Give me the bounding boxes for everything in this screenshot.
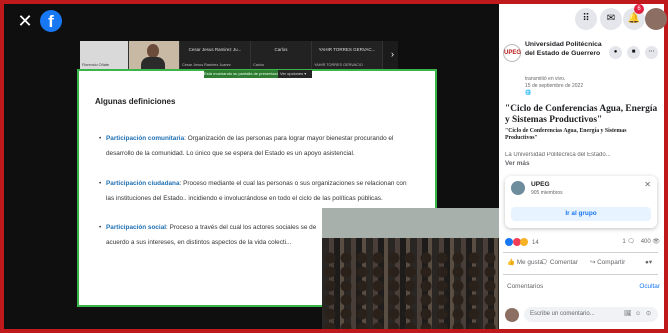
notification-badge: 6: [634, 4, 644, 14]
emoji-icon[interactable]: ☺: [635, 307, 641, 322]
page-logo[interactable]: UPEG: [503, 44, 521, 62]
comment-placeholder: Escribe un comentario...: [530, 311, 595, 317]
slide-bullet: • Participación ciudadana: Proceso media…: [99, 177, 409, 206]
sticker-icon[interactable]: ⊙: [646, 307, 651, 322]
post-date[interactable]: 15 de septiembre de 2022: [525, 83, 583, 89]
share-button[interactable]: ↪ Compartir: [590, 258, 625, 266]
audience-heads: [322, 250, 499, 329]
participant-subname: Cesar Jesus Ramirez Juarez: [182, 63, 231, 67]
participant-subname: Carlos: [253, 63, 264, 67]
top-bar: ⠿ ✉ 🔔 6: [495, 4, 667, 32]
video-viewer[interactable]: ✕ f Florencio Oñate Cesar Jesus Ramirez …: [4, 4, 499, 329]
share-options-button[interactable]: Ver opciones ▾: [280, 70, 306, 78]
bullet-dot: •: [99, 224, 102, 231]
facebook-logo-icon[interactable]: f: [40, 10, 62, 32]
close-icon[interactable]: ✕: [644, 180, 651, 189]
participant-tile: YAHIR TORRES GERVAC... YAHIR TORRES GERV…: [312, 41, 383, 69]
post-title: "Ciclo de Conferencias Agua, Energía y S…: [505, 104, 658, 125]
group-avatar[interactable]: [511, 181, 525, 195]
pin-icon[interactable]: ●: [609, 46, 622, 59]
messenger-icon[interactable]: ✉: [600, 8, 622, 30]
comments-label: Comentarios: [507, 283, 544, 290]
more-options-icon[interactable]: ⋯: [645, 46, 658, 59]
speaker-head: [147, 44, 159, 58]
engagement-counts: 1 🗨 400 👁: [622, 238, 660, 245]
divider: [503, 252, 658, 253]
reaction-avatar-icon[interactable]: ●▾: [645, 258, 652, 266]
view-count: 400 👁: [640, 239, 660, 245]
care-reaction-icon: [520, 238, 529, 246]
post-transmitted: transmitió en vivo.: [525, 76, 566, 82]
comment-input[interactable]: Escribe un comentario... 🖼 ☺ ⊙: [524, 307, 658, 322]
close-icon[interactable]: ✕: [14, 10, 36, 32]
post-description: La Universidad Politécnica del Estado...: [505, 152, 611, 158]
slide-bullet: • Participación social: Proceso a través…: [99, 221, 329, 250]
save-icon[interactable]: ■: [627, 46, 640, 59]
participant-name: Cesar Jesus Ramirez Ju...: [188, 47, 242, 52]
group-members: 905 miembros: [531, 190, 563, 196]
comment-button[interactable]: 🗨 Comentar: [540, 258, 578, 266]
chevron-right-icon[interactable]: ›: [391, 49, 394, 59]
globe-icon: 🌐: [525, 90, 532, 96]
bullet-term: Participación comunitaria: [106, 135, 185, 142]
menu-grid-icon[interactable]: ⠿: [575, 8, 597, 30]
participant-tile: Florencio Oñate: [80, 41, 129, 69]
divider: [503, 274, 658, 275]
participant-name: YAHIR TORRES GERVAC...: [318, 47, 376, 52]
slide-bullet: • Participación comunitaria: Organizació…: [99, 132, 409, 161]
go-to-group-button[interactable]: Ir al grupo: [511, 207, 651, 221]
audience-video: [322, 208, 499, 329]
participant-subname: Florencio Oñate: [82, 63, 110, 67]
participant-subname: YAHIR TORRES GERVACIO: [314, 63, 363, 67]
participant-tile: Carlos Carlos: [251, 41, 312, 69]
participant-tile-speaker: [129, 41, 180, 69]
share-label: Compartir: [597, 259, 626, 266]
avatar: [505, 308, 519, 322]
comment-label: Comentar: [549, 259, 578, 266]
like-reaction-icon: [505, 238, 513, 246]
page-name[interactable]: Universidad Politécnica del Estado de Gu…: [525, 41, 607, 58]
participant-tile: Cesar Jesus Ramirez Ju... Cesar Jesus Ra…: [180, 41, 251, 69]
reactions-summary[interactable]: 14: [505, 238, 539, 246]
share-notice: Está mostrando su pantalla de presentaci…: [204, 70, 278, 78]
see-more-link[interactable]: Ver más: [505, 160, 530, 167]
hide-comments-link[interactable]: Ocultar: [639, 283, 660, 290]
group-card: UPEG 905 miembros ✕ Ir al grupo: [505, 176, 657, 228]
avatar[interactable]: [645, 8, 667, 30]
reactions-count: 14: [532, 239, 539, 246]
photo-icon[interactable]: 🖼: [624, 307, 632, 322]
screen-share-bar: Está mostrando su pantalla de presentaci…: [204, 70, 312, 78]
participant-name: Carlos: [274, 47, 288, 52]
group-name[interactable]: UPEG: [531, 181, 550, 188]
speaker-body: [141, 57, 165, 69]
bullet-dot: •: [99, 135, 102, 142]
post-subtitle: "Ciclo de Conferencias Agua, Energía y S…: [505, 128, 627, 141]
bullet-dot: •: [99, 180, 102, 187]
bullet-term: Participación social: [106, 224, 167, 231]
participant-strip: Florencio Oñate Cesar Jesus Ramirez Ju..…: [80, 41, 398, 69]
like-button[interactable]: 👍 Me gusta: [507, 258, 543, 266]
comment-count[interactable]: 1 🗨: [622, 239, 635, 245]
bullet-term: Participación ciudadana: [106, 180, 180, 187]
slide-heading: Algunas definiciones: [95, 97, 176, 106]
